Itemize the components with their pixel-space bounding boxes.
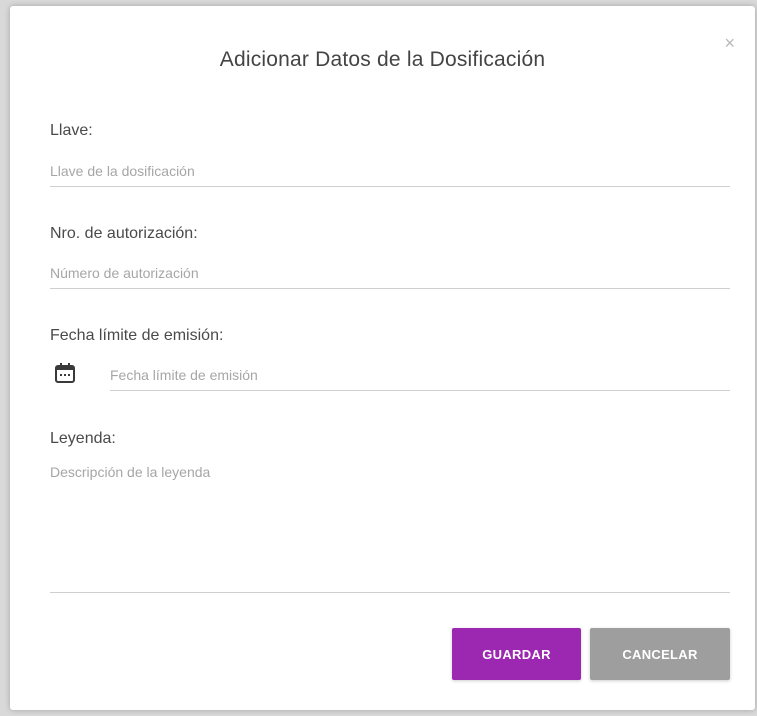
leyenda-textarea[interactable] [50,464,730,593]
dialog-title: Adicionar Datos de la Dosificación [219,48,546,71]
autorizacion-input[interactable] [50,258,730,289]
autorizacion-label: Nro. de autorización: [50,225,198,242]
cancel-button[interactable]: CANCELAR [590,628,730,680]
leyenda-label: Leyenda: [50,430,116,447]
llave-input[interactable] [50,156,730,187]
save-button[interactable]: GUARDAR [452,628,581,680]
calendar-icon[interactable] [54,362,76,384]
llave-label: Llave: [50,122,93,139]
dosificacion-dialog: Adicionar Datos de la Dosificación × Lla… [10,6,755,710]
fecha-input[interactable] [110,360,730,391]
close-icon[interactable]: × [724,34,735,52]
fecha-label: Fecha límite de emisión: [50,327,224,344]
